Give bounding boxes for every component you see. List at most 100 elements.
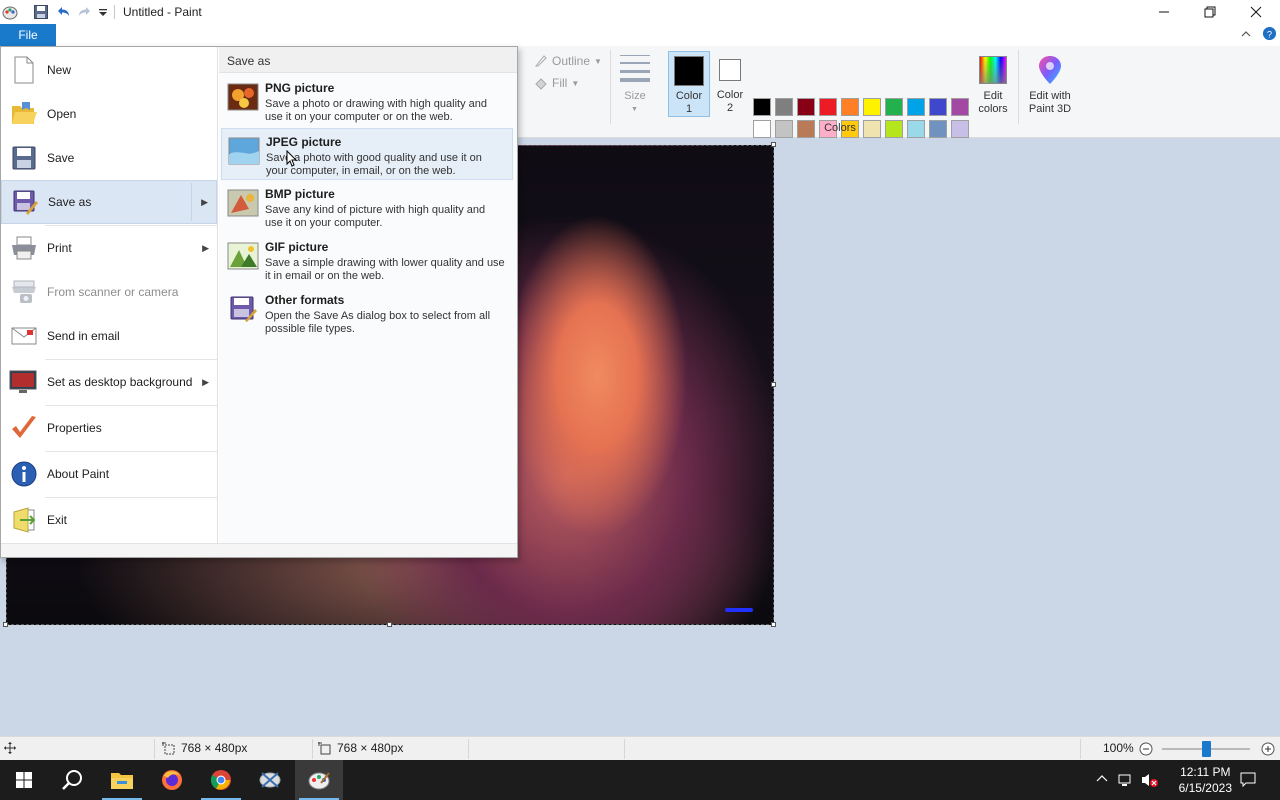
system-clock[interactable]: 12:11 PM 6/15/2023 (1179, 764, 1232, 796)
zoom-level: 100% (1103, 741, 1134, 755)
palette-swatch[interactable] (775, 120, 793, 138)
resize-handle-corner[interactable] (771, 622, 776, 627)
bmp-picture-icon (227, 189, 259, 217)
palette-swatch[interactable] (775, 98, 793, 116)
search-icon (62, 770, 82, 790)
menu-save-as[interactable]: Save as ▶ (1, 180, 217, 224)
chrome-button[interactable] (197, 760, 245, 800)
paint-taskbar-button[interactable] (295, 760, 343, 800)
undo-icon[interactable] (55, 4, 71, 20)
file-explorer-button[interactable] (98, 760, 146, 800)
other-formats-icon (230, 296, 257, 322)
start-button[interactable] (0, 760, 48, 800)
close-icon (1250, 6, 1262, 18)
palette-swatch[interactable] (753, 98, 771, 116)
close-button[interactable] (1233, 0, 1279, 24)
notifications-icon[interactable] (1240, 771, 1256, 790)
resize-handle-bottom[interactable] (387, 622, 392, 627)
file-menu-footer (1, 543, 517, 557)
zoom-in-button[interactable] (1261, 742, 1275, 759)
menu-save[interactable]: Save (1, 136, 217, 180)
printer-icon (9, 233, 39, 263)
customize-toolbar-icon[interactable] (98, 7, 108, 23)
palette-swatch[interactable] (885, 120, 903, 138)
edit-colors-button[interactable]: Edit colors (974, 52, 1012, 118)
zoom-slider-thumb[interactable] (1202, 741, 1211, 757)
minimize-button[interactable] (1141, 0, 1187, 24)
exit-icon (9, 505, 39, 535)
image-size-icon (318, 741, 331, 754)
snipping-tool-button[interactable] (246, 760, 294, 800)
resize-handle-bottom-left[interactable] (3, 622, 8, 627)
save-as-other-formats[interactable]: Other formats Open the Save As dialog bo… (221, 287, 513, 339)
fill-button[interactable]: Fill ▼ (534, 76, 579, 90)
info-icon (9, 459, 39, 489)
search-button[interactable] (48, 760, 96, 800)
menu-set-desktop-background[interactable]: Set as desktop background ▶ (1, 360, 217, 404)
palette-swatch[interactable] (797, 98, 815, 116)
palette-swatch[interactable] (819, 98, 837, 116)
edit-with-paint3d-button[interactable]: Edit with Paint 3D (1024, 52, 1076, 118)
window-title: Untitled - Paint (123, 5, 202, 19)
zoom-out-button[interactable] (1139, 742, 1153, 759)
menu-from-scanner[interactable]: From scanner or camera (1, 270, 217, 314)
palette-swatch[interactable] (929, 98, 947, 116)
menu-new[interactable]: New (1, 48, 217, 92)
palette-swatch[interactable] (753, 120, 771, 138)
firefox-icon (162, 770, 182, 790)
chrome-icon (210, 770, 231, 790)
save-as-png[interactable]: PNG picture Save a photo or drawing with… (221, 75, 513, 127)
folder-icon (111, 773, 133, 789)
color1-button[interactable]: Color 1 (668, 51, 710, 117)
gif-picture-icon (227, 242, 259, 270)
palette-swatch[interactable] (951, 98, 969, 116)
paint-app-icon[interactable] (2, 4, 18, 20)
collapse-ribbon-icon[interactable] (1240, 28, 1252, 43)
print-submenu-arrow-icon[interactable]: ▶ (202, 243, 209, 254)
firefox-button[interactable] (148, 760, 196, 800)
save-as-jpeg[interactable]: JPEG picture Save a photo with good qual… (221, 128, 513, 180)
color2-button[interactable]: Color 2 (712, 51, 748, 117)
menu-open[interactable]: Open (1, 92, 217, 136)
palette-swatch[interactable] (907, 98, 925, 116)
selection-size: 768 × 480px (162, 741, 247, 755)
palette-swatch[interactable] (951, 120, 969, 138)
menu-print[interactable]: Print ▶ (1, 226, 217, 270)
desktop-background-icon (9, 367, 39, 397)
outline-button[interactable]: Outline ▼ (534, 54, 602, 68)
menu-send-email[interactable]: Send in email (1, 314, 217, 358)
quick-save-icon[interactable] (33, 4, 49, 20)
palette-swatch[interactable] (841, 98, 859, 116)
save-disk-icon (9, 143, 39, 173)
palette-swatch[interactable] (907, 120, 925, 138)
jpeg-picture-icon (228, 137, 260, 165)
save-as-icon (10, 187, 40, 217)
palette-swatch[interactable] (863, 98, 881, 116)
save-as-bmp[interactable]: BMP picture Save any kind of picture wit… (221, 181, 513, 233)
volume-muted-icon[interactable] (1141, 772, 1159, 791)
email-icon (9, 321, 39, 351)
zoom-slider-track[interactable] (1162, 741, 1250, 757)
resize-handle-right[interactable] (771, 382, 776, 387)
new-document-icon (9, 55, 39, 85)
save-as-gif[interactable]: GIF picture Save a simple drawing with l… (221, 234, 513, 286)
save-as-heading: Save as (219, 47, 517, 73)
palette-swatch[interactable] (885, 98, 903, 116)
restore-icon (1204, 6, 1216, 18)
size-button[interactable]: Size ▼ (618, 52, 654, 114)
resize-handle-top-right[interactable] (771, 142, 776, 147)
restore-button[interactable] (1187, 0, 1233, 24)
zoom-in-icon (1261, 742, 1275, 756)
redo-icon[interactable] (77, 4, 93, 20)
desktop-background-submenu-arrow-icon[interactable]: ▶ (202, 377, 209, 388)
help-icon[interactable]: ? (1262, 26, 1277, 44)
palette-swatch[interactable] (929, 120, 947, 138)
menu-properties[interactable]: Properties (1, 406, 217, 450)
menu-about-paint[interactable]: About Paint (1, 452, 217, 496)
network-icon[interactable] (1118, 772, 1134, 791)
file-tab[interactable]: File (0, 24, 56, 46)
show-hidden-icons[interactable] (1096, 773, 1108, 788)
menu-exit[interactable]: Exit (1, 498, 217, 542)
save-as-submenu-arrow-icon[interactable]: ▶ (201, 197, 208, 208)
file-menu-commands: New Open Save Save as ▶ Print ▶ From sca… (1, 47, 218, 543)
